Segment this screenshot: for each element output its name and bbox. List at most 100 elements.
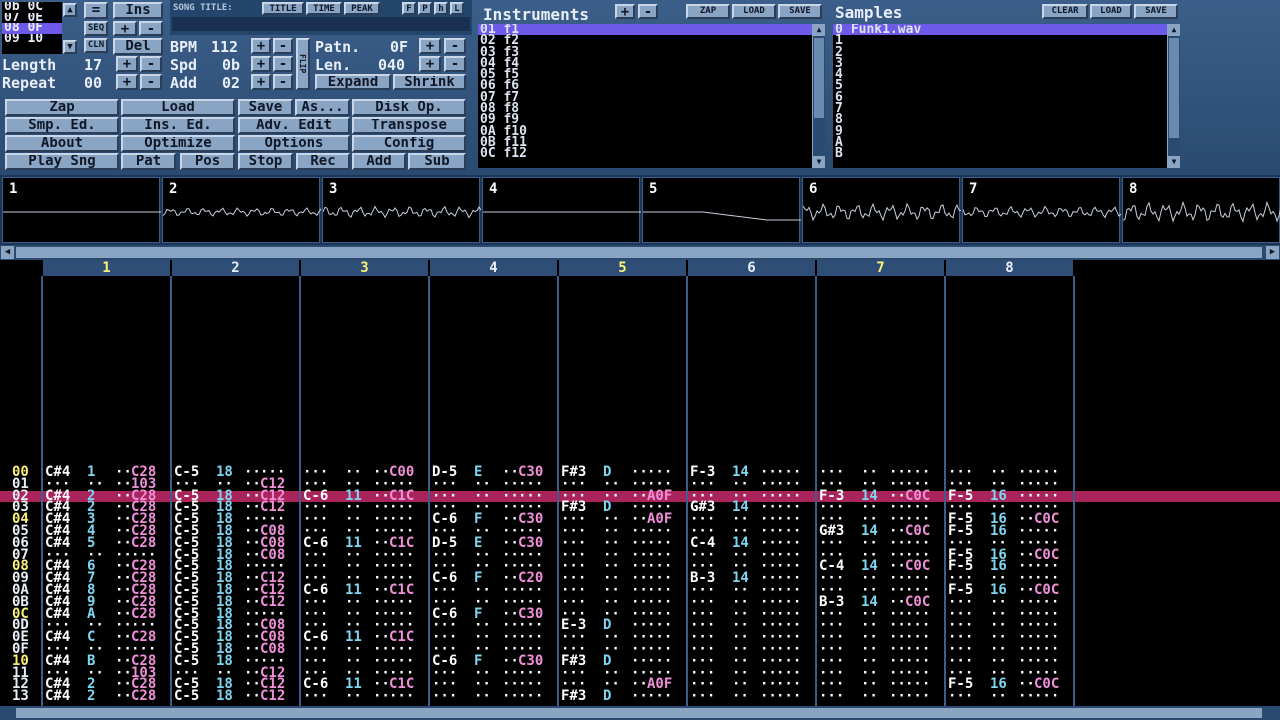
sample-load-button[interactable]: LOAD xyxy=(1090,4,1132,19)
instrument-item[interactable]: 0C f12 xyxy=(478,147,812,160)
scope-channel-8[interactable]: 8 xyxy=(1122,177,1280,243)
pattern-cell[interactable]: F#3 D ····· xyxy=(561,689,681,703)
sample-item[interactable]: B xyxy=(833,147,1167,160)
instrument-item[interactable]: 04 f4 xyxy=(478,57,812,70)
pattern-cell[interactable]: C-5 18 ··C12 xyxy=(174,689,294,703)
scope-channel-4[interactable]: 4 xyxy=(482,177,641,243)
channel-header-7[interactable]: 7 xyxy=(817,260,944,276)
button-ins-ed[interactable]: Ins. Ed. xyxy=(121,117,235,134)
instrument-scrollbar[interactable]: ▲ ▼ xyxy=(812,24,825,168)
instrument-item[interactable]: 06 f6 xyxy=(478,79,812,92)
channel-header-1[interactable]: 1 xyxy=(43,260,170,276)
scroll-thumb[interactable] xyxy=(16,708,1262,718)
title-tab[interactable]: TITLE xyxy=(262,2,304,15)
channel-header-6[interactable]: 6 xyxy=(688,260,815,276)
pattern-minus-button[interactable]: - xyxy=(444,38,466,54)
sample-item[interactable]: 2 xyxy=(833,46,1167,59)
button-options[interactable]: Options xyxy=(238,135,350,152)
sample-item[interactable]: A xyxy=(833,136,1167,149)
f-button[interactable]: F xyxy=(402,2,416,15)
h-button[interactable]: h xyxy=(434,2,448,15)
len-minus-button[interactable]: - xyxy=(444,56,466,72)
instrument-zap-button[interactable]: ZAP xyxy=(686,4,730,19)
instrument-item[interactable]: 05 f5 xyxy=(478,68,812,81)
channel-header-3[interactable]: 3 xyxy=(301,260,428,276)
instrument-item[interactable]: 09 f9 xyxy=(478,113,812,126)
repeat-plus-button[interactable]: + xyxy=(116,74,138,90)
sample-item[interactable]: 7 xyxy=(833,102,1167,115)
position-plus-button[interactable]: + xyxy=(113,21,137,36)
eq-button[interactable]: = xyxy=(84,2,108,19)
sample-item[interactable]: 8 xyxy=(833,113,1167,126)
peak-tab[interactable]: PEAK xyxy=(344,2,380,15)
flip-button[interactable]: FLIP xyxy=(296,38,310,90)
button-pos[interactable]: Pos xyxy=(180,153,235,170)
pattern-cell[interactable]: ··· ·· ····· xyxy=(690,689,810,703)
instrument-item[interactable]: 07 f7 xyxy=(478,91,812,104)
sample-item[interactable]: 3 xyxy=(833,57,1167,70)
button-rec[interactable]: Rec xyxy=(296,153,350,170)
pattern-cell[interactable]: ··· ·· ····· xyxy=(819,689,939,703)
button-disk-op[interactable]: Disk Op. xyxy=(352,99,466,116)
bottom-scrollbar[interactable] xyxy=(0,706,1280,720)
bpm-minus-button[interactable]: - xyxy=(273,38,293,54)
sample-item[interactable]: 4 xyxy=(833,68,1167,81)
len-plus-button[interactable]: + xyxy=(419,56,441,72)
button-zap[interactable]: Zap xyxy=(5,99,119,116)
scope-channel-5[interactable]: 5 xyxy=(642,177,801,243)
repeat-minus-button[interactable]: - xyxy=(140,74,162,90)
instrument-item[interactable]: 01 f1 xyxy=(478,24,812,36)
button-transpose[interactable]: Transpose xyxy=(352,117,466,134)
position-list-item[interactable]: 08 0F xyxy=(2,23,62,34)
p-button[interactable]: P xyxy=(418,2,432,15)
instrument-remove-button[interactable]: - xyxy=(638,4,658,19)
insert-position-button[interactable]: Ins xyxy=(113,2,163,19)
button-add[interactable]: Add xyxy=(352,153,406,170)
shrink-button[interactable]: Shrink xyxy=(393,74,466,90)
pattern-plus-button[interactable]: + xyxy=(419,38,441,54)
button-as[interactable]: As... xyxy=(295,99,350,116)
delete-position-button[interactable]: Del xyxy=(113,38,163,55)
position-list-item[interactable]: 09 10 xyxy=(2,34,62,45)
speed-plus-button[interactable]: + xyxy=(251,56,271,72)
pattern-row[interactable]: 13 C#4 2 ··C28 C-5 18 ··C12 ··· ·· ····· ··· ·· ····… xyxy=(0,689,1280,703)
button-pat[interactable]: Pat xyxy=(121,153,176,170)
channel-header-8[interactable]: 8 xyxy=(946,260,1073,276)
l-button[interactable]: L xyxy=(450,2,464,15)
time-tab[interactable]: TIME xyxy=(306,2,342,15)
seq-button[interactable]: SEQ xyxy=(84,21,108,36)
sample-item[interactable]: 5 xyxy=(833,79,1167,92)
bpm-plus-button[interactable]: + xyxy=(251,38,271,54)
button-load[interactable]: Load xyxy=(121,99,235,116)
scroll-thumb[interactable] xyxy=(1169,38,1179,138)
length-plus-button[interactable]: + xyxy=(116,56,138,72)
button-stop[interactable]: Stop xyxy=(238,153,293,170)
sample-list[interactable]: 0 Funk1.wav 1 2 3 4 5 6 7 8 9 A B xyxy=(833,24,1167,168)
sample-item[interactable]: 0 Funk1.wav xyxy=(833,24,1167,36)
cln-button[interactable]: CLN xyxy=(84,38,108,53)
button-smp-ed[interactable]: Smp. Ed. xyxy=(5,117,119,134)
scroll-right-arrow-icon[interactable]: ▶ xyxy=(1266,246,1279,259)
button-sub[interactable]: Sub xyxy=(408,153,466,170)
instrument-list[interactable]: 01 f1 02 f2 03 f3 04 f4 05 f5 06 f6 07 f7 08 f8… xyxy=(478,24,812,168)
button-config[interactable]: Config xyxy=(352,135,466,152)
speed-minus-button[interactable]: - xyxy=(273,56,293,72)
instrument-item[interactable]: 0B f11 xyxy=(478,136,812,149)
scroll-down-arrow-icon[interactable]: ▼ xyxy=(813,156,825,168)
sample-clear-button[interactable]: CLEAR xyxy=(1042,4,1088,19)
instrument-save-button[interactable]: SAVE xyxy=(778,4,822,19)
pattern-cell[interactable]: ··· ·· ····· xyxy=(432,689,552,703)
sample-item[interactable]: 6 xyxy=(833,91,1167,104)
scope-channel-7[interactable]: 7 xyxy=(962,177,1121,243)
scope-channel-6[interactable]: 6 xyxy=(802,177,961,243)
button-adv-edit[interactable]: Adv. Edit xyxy=(238,117,350,134)
horizontal-scrollbar[interactable]: ◀ ▶ xyxy=(0,245,1280,260)
add-minus-button[interactable]: - xyxy=(273,74,293,90)
instrument-item[interactable]: 02 f2 xyxy=(478,34,812,47)
length-minus-button[interactable]: - xyxy=(140,56,162,72)
position-minus-button[interactable]: - xyxy=(139,21,163,36)
scroll-up-arrow-icon[interactable]: ▲ xyxy=(1168,24,1180,36)
channel-header-5[interactable]: 5 xyxy=(559,260,686,276)
pattern-editor[interactable]: 12345678 00 C#4 1 ··C28 C-5 18 ····· ··· ·· ··C00… xyxy=(0,260,1280,706)
sample-scrollbar[interactable]: ▲ ▼ xyxy=(1167,24,1180,168)
